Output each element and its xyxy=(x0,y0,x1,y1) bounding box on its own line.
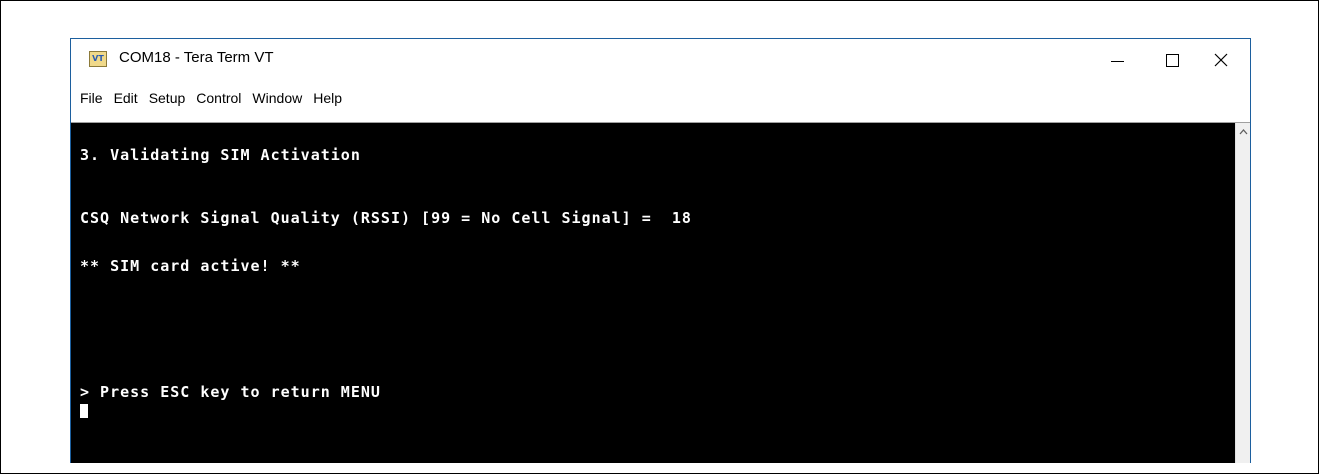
terminal-area[interactable]: 3. Validating SIM Activation CSQ Network… xyxy=(71,123,1235,463)
maximize-icon xyxy=(1165,53,1179,67)
menu-window[interactable]: Window xyxy=(252,90,302,106)
menu-edit[interactable]: Edit xyxy=(114,90,138,106)
scroll-up-arrow-icon[interactable] xyxy=(1236,123,1251,140)
terminal-line-sim-active: ** SIM card active! ** xyxy=(80,257,301,275)
terminal-cursor xyxy=(80,404,88,418)
terminal-line-csq: CSQ Network Signal Quality (RSSI) [99 = … xyxy=(80,209,692,227)
terminal-line-heading: 3. Validating SIM Activation xyxy=(80,146,361,164)
menu-bar: File Edit Setup Control Window Help xyxy=(71,85,1250,111)
tera-term-app-icon[interactable]: VT xyxy=(89,51,107,67)
tera-term-window: VT COM18 - Tera Term VT File Edit Setup … xyxy=(70,38,1251,463)
close-button[interactable] xyxy=(1198,39,1244,81)
maximize-button[interactable] xyxy=(1149,39,1195,81)
vertical-scrollbar[interactable] xyxy=(1235,123,1250,463)
menu-help[interactable]: Help xyxy=(313,90,342,106)
terminal-line-prompt: > Press ESC key to return MENU xyxy=(80,383,381,401)
menu-file[interactable]: File xyxy=(80,90,103,106)
menu-setup[interactable]: Setup xyxy=(149,90,186,106)
minimize-button[interactable] xyxy=(1094,39,1140,81)
title-bar[interactable]: VT COM18 - Tera Term VT xyxy=(71,39,1250,85)
close-icon xyxy=(1214,53,1228,67)
menu-control[interactable]: Control xyxy=(196,90,241,106)
window-title: COM18 - Tera Term VT xyxy=(119,49,274,66)
minimize-icon xyxy=(1110,60,1124,62)
